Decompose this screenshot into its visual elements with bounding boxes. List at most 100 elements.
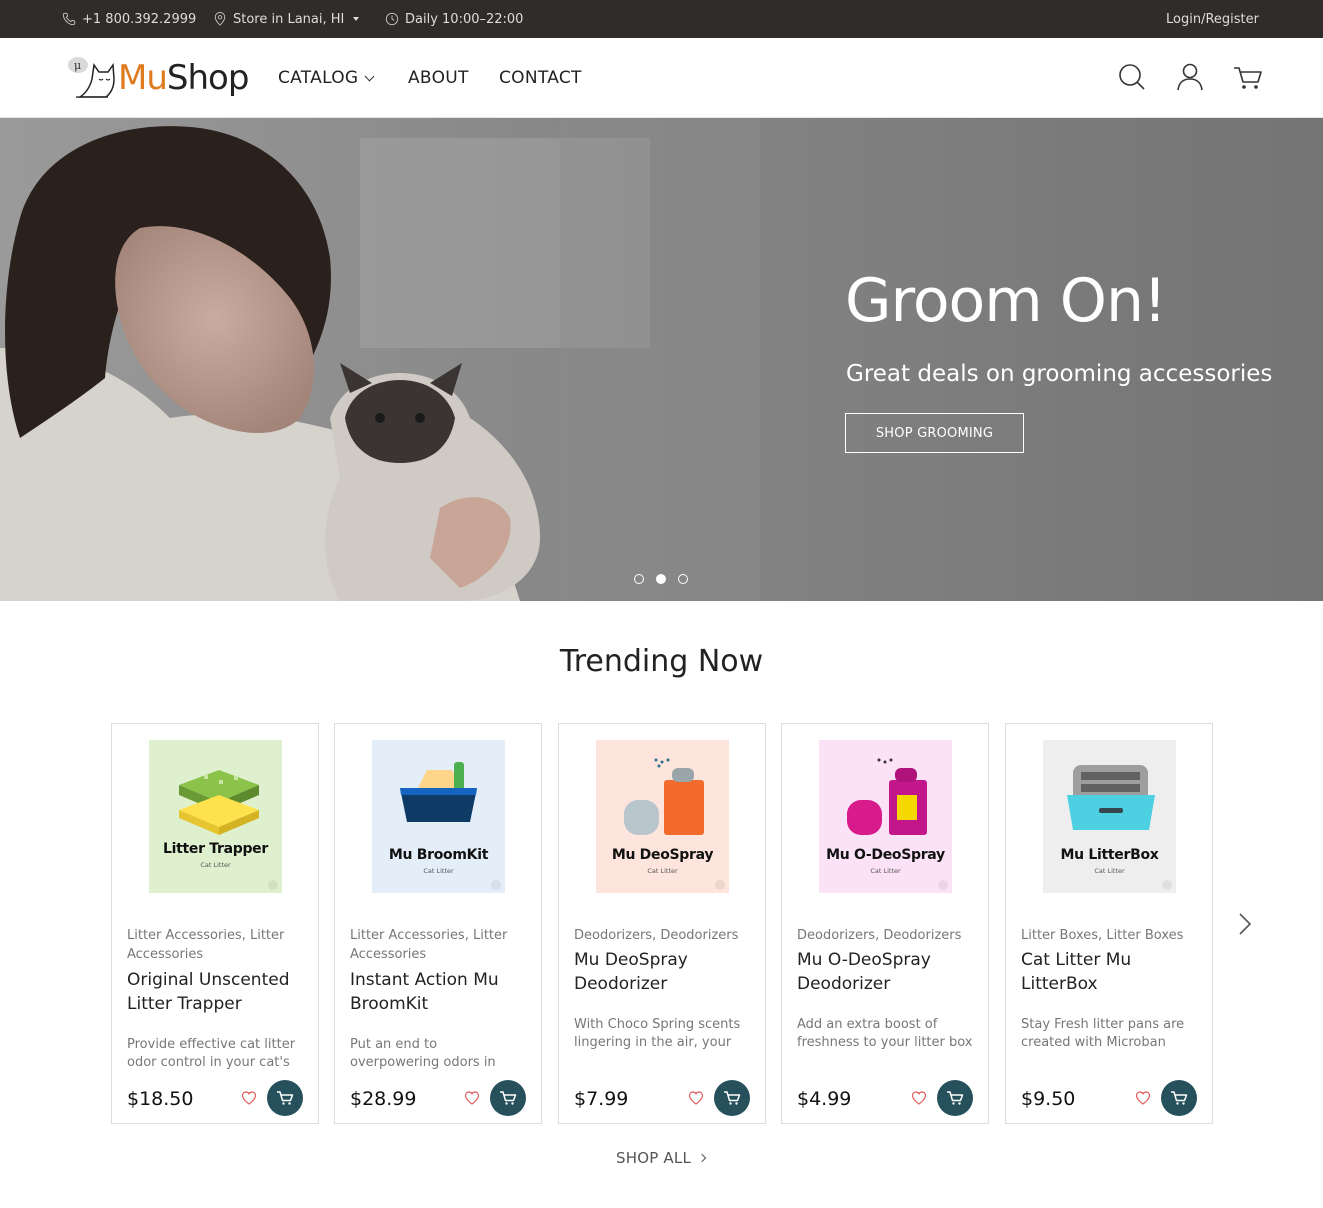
shop-grooming-button[interactable]: SHOP GROOMING <box>845 413 1024 453</box>
add-to-cart-button[interactable] <box>937 1080 973 1116</box>
product-name[interactable]: Instant Action Mu BroomKit <box>350 968 530 1016</box>
caret-down-icon <box>353 17 360 21</box>
search-icon <box>1119 64 1145 90</box>
product-image[interactable]: Mu BroomKit Cat Litter <box>372 740 505 893</box>
clock-icon <box>385 12 399 26</box>
cart-icon <box>724 1091 741 1105</box>
product-image-label: Litter Trapper <box>163 841 268 857</box>
cart-icon <box>1171 1091 1188 1105</box>
product-card[interactable]: Mu O-DeoSpray Cat Litter Deodorizers, Deod… <box>781 723 989 1124</box>
product-image-sublabel: Cat Litter <box>647 867 678 875</box>
logo-mu: Mu <box>118 58 168 98</box>
product-image[interactable]: Mu O-DeoSpray Cat Litter <box>819 740 952 893</box>
product-description: Provide effective cat litter odor contro… <box>127 1037 296 1070</box>
product-illustration <box>179 770 278 890</box>
product-categories[interactable]: Litter Accessories, Litter Accessories <box>350 926 530 964</box>
product-name[interactable]: Original Unscented Litter Trapper <box>127 968 307 1016</box>
carousel-dot[interactable] <box>678 574 688 584</box>
chevron-right-icon[interactable] <box>1236 912 1254 936</box>
product-image-label: Mu O-DeoSpray <box>826 847 945 863</box>
store-selector[interactable]: Store in Lanai, HI <box>213 0 360 38</box>
product-card[interactable]: Mu LitterBox Cat Litter Litter Boxes, Litt… <box>1005 723 1213 1124</box>
user-icon <box>1177 63 1203 91</box>
mushop-logo[interactable]: μ MuShop <box>66 50 250 106</box>
product-image-label: Mu DeoSpray <box>611 847 714 863</box>
product-image-sublabel: Cat Litter <box>870 867 901 875</box>
add-to-cart-button[interactable] <box>1161 1080 1197 1116</box>
login-register-label: Login/Register <box>1166 11 1259 27</box>
phone-icon <box>62 12 76 26</box>
carousel-dot-active[interactable] <box>656 574 666 584</box>
heart-icon[interactable] <box>464 1090 480 1106</box>
hero-carousel[interactable]: Groom On! Great deals on grooming access… <box>0 118 1323 601</box>
account-button[interactable] <box>1173 60 1207 94</box>
product-image-sublabel: Cat Litter <box>423 867 454 875</box>
product-price: $7.99 <box>574 1088 629 1110</box>
hours-text: Daily 10:00–22:00 <box>405 11 524 27</box>
chevron-right-icon <box>697 1153 707 1163</box>
nav-catalog[interactable]: CATALOG <box>278 38 375 118</box>
product-description: Stay Fresh litter pans are created with … <box>1021 1017 1185 1050</box>
shop-all-label: SHOP ALL <box>616 1149 691 1167</box>
product-image-sublabel: Cat Litter <box>200 861 231 869</box>
add-to-cart-button[interactable] <box>267 1080 303 1116</box>
hero-title: Groom On! <box>845 266 1167 336</box>
product-card[interactable]: Mu BroomKit Cat Litter Litter Accessories,… <box>334 723 542 1124</box>
product-image[interactable]: Mu LitterBox Cat Litter <box>1043 740 1176 893</box>
shop-all-link[interactable]: SHOP ALL <box>616 1149 707 1167</box>
product-image-label: Mu BroomKit <box>388 847 489 863</box>
nav-contact-label: CONTACT <box>499 68 582 88</box>
chevron-down-icon <box>364 71 375 81</box>
store-location: Store in Lanai, HI <box>233 11 345 27</box>
add-to-cart-button[interactable] <box>490 1080 526 1116</box>
nav-about-label: ABOUT <box>408 68 469 88</box>
product-price: $9.50 <box>1021 1088 1076 1110</box>
heart-icon[interactable] <box>911 1090 927 1106</box>
cart-icon <box>500 1091 517 1105</box>
product-image-sublabel: Cat Litter <box>1094 867 1125 875</box>
product-name[interactable]: Cat Litter Mu LitterBox <box>1021 948 1201 996</box>
product-image[interactable]: Mu DeoSpray Cat Litter <box>596 740 729 893</box>
login-register-link[interactable]: Login/Register <box>1166 0 1259 38</box>
heart-icon[interactable] <box>1135 1090 1151 1106</box>
product-price: $28.99 <box>350 1088 417 1110</box>
cat-logo-icon: μ <box>68 57 115 98</box>
product-image-label: Mu LitterBox <box>1060 847 1159 863</box>
nav-contact[interactable]: CONTACT <box>499 38 582 118</box>
location-pin-icon <box>214 12 226 26</box>
cart-button[interactable] <box>1231 60 1265 94</box>
hero-subtitle: Great deals on grooming accessories <box>846 361 1273 387</box>
add-to-cart-button[interactable] <box>714 1080 750 1116</box>
product-description: With Choco Spring scents lingering in th… <box>574 1017 741 1050</box>
product-image[interactable]: Litter Trapper Cat Litter <box>149 740 282 893</box>
top-bar: +1 800.392.2999 Store in Lanai, HI Daily… <box>0 0 1323 38</box>
product-name[interactable]: Mu DeoSpray Deodorizer <box>574 948 754 996</box>
product-categories[interactable]: Deodorizers, Deodorizers <box>574 926 754 945</box>
product-price: $4.99 <box>797 1088 852 1110</box>
logo-shop: Shop <box>166 58 250 98</box>
product-categories[interactable]: Litter Accessories, Litter Accessories <box>127 926 307 964</box>
cart-icon <box>277 1091 294 1105</box>
phone-link[interactable]: +1 800.392.2999 <box>62 0 196 38</box>
store-hours: Daily 10:00–22:00 <box>385 0 523 38</box>
phone-number: +1 800.392.2999 <box>82 11 197 27</box>
heart-icon[interactable] <box>241 1090 257 1106</box>
product-description: Put an end to overpowering odors in <box>350 1037 496 1070</box>
product-name[interactable]: Mu O-DeoSpray Deodorizer <box>797 948 977 996</box>
product-categories[interactable]: Litter Boxes, Litter Boxes <box>1021 926 1201 945</box>
hero-image <box>0 118 1323 601</box>
trending-title: Trending Now <box>559 644 764 679</box>
nav-about[interactable]: ABOUT <box>408 38 469 118</box>
svg-text:μ: μ <box>74 59 81 72</box>
logo-wordmark: MuShop <box>118 58 250 98</box>
product-card[interactable]: Mu DeoSpray Cat Litter Deodorizers, Deodor… <box>558 723 766 1124</box>
main-header: μ MuShop CATALOG ABOUT CONTACT <box>0 38 1323 118</box>
search-button[interactable] <box>1115 60 1149 94</box>
nav-catalog-label: CATALOG <box>278 68 359 88</box>
carousel-dots <box>634 574 688 584</box>
cart-icon <box>1234 67 1262 89</box>
product-card[interactable]: Litter Trapper Cat Litter Litter Accessori… <box>111 723 319 1124</box>
product-categories[interactable]: Deodorizers, Deodorizers <box>797 926 977 945</box>
heart-icon[interactable] <box>688 1090 704 1106</box>
carousel-dot[interactable] <box>634 574 644 584</box>
